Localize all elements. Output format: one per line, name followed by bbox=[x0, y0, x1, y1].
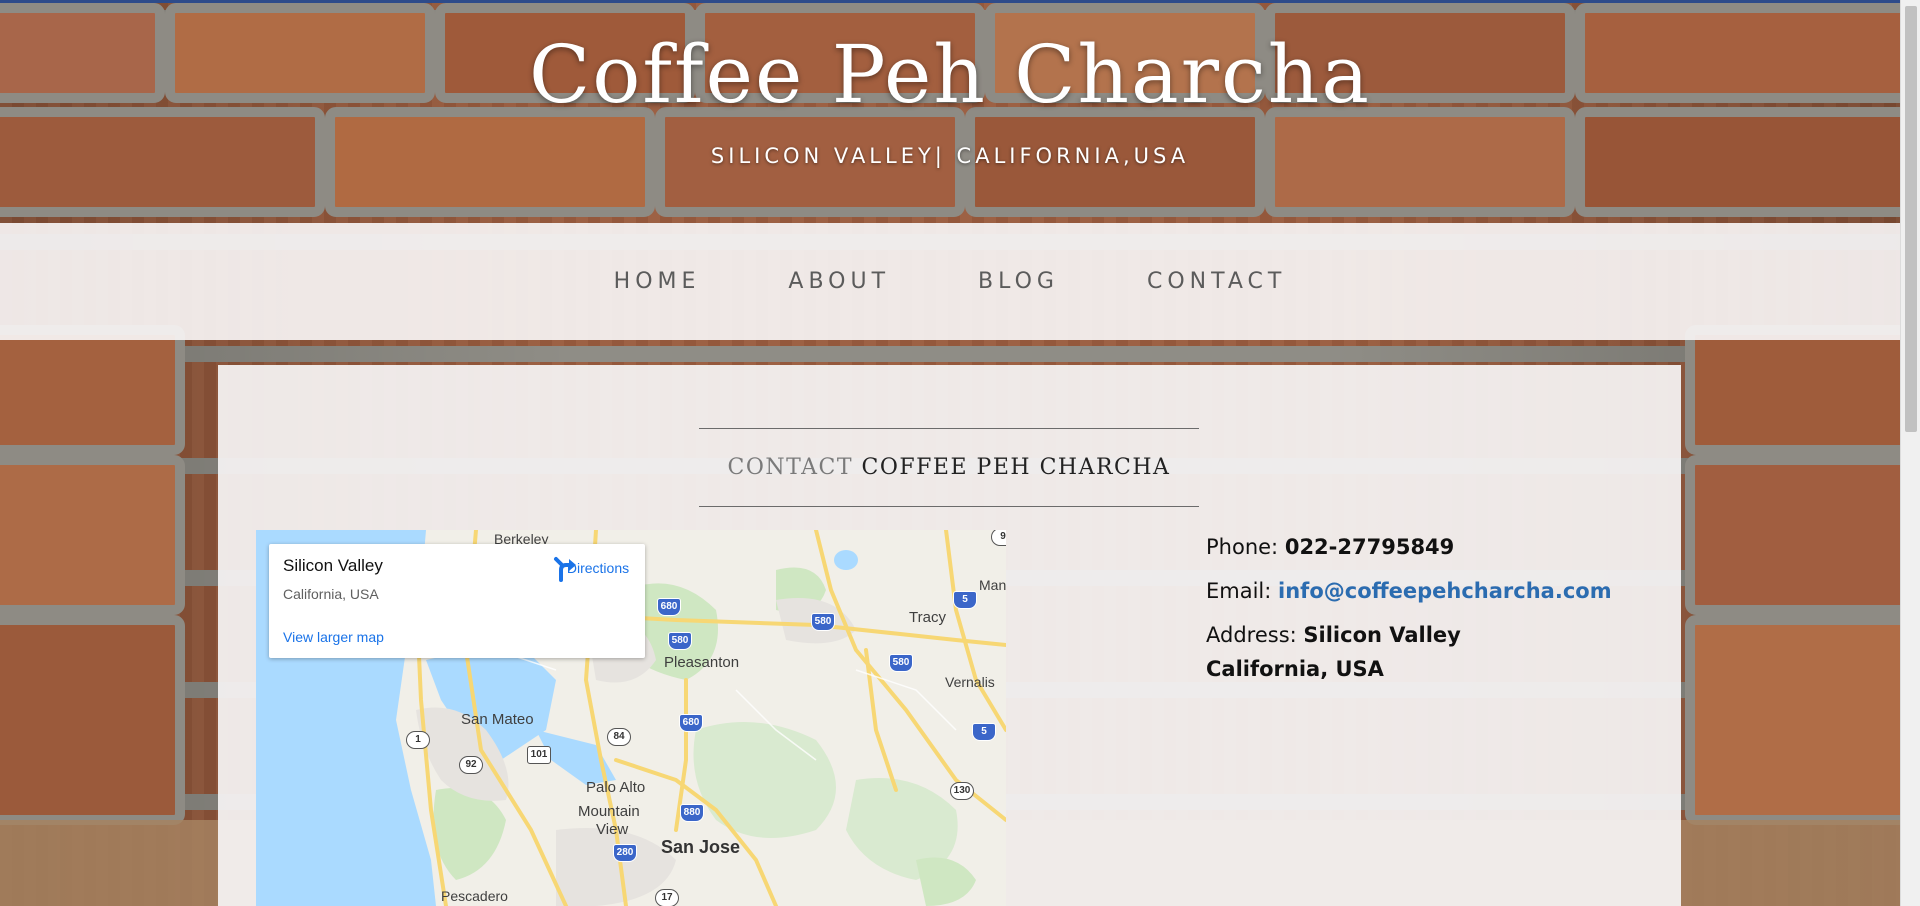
ca-1-shield: 1 bbox=[406, 731, 430, 749]
ca-130-shield: 130 bbox=[950, 782, 974, 800]
email-link[interactable]: info@coffeepehcharcha.com bbox=[1278, 579, 1612, 603]
interstate-5-shield-south: 5 bbox=[972, 723, 996, 741]
map-label-pescadero: Pescadero bbox=[441, 888, 508, 904]
interstate-880-shield: 880 bbox=[680, 804, 704, 822]
heading-bold-text: COFFEE PEH CHARCHA bbox=[861, 455, 1171, 480]
email-line: Email: info@coffeepehcharcha.com bbox=[1206, 574, 1646, 608]
nav-blog[interactable]: BLOG bbox=[978, 269, 1059, 294]
address-line: Address: Silicon Valley California, USA bbox=[1206, 618, 1646, 686]
map-label-man: Man bbox=[979, 577, 1006, 593]
section-heading: CONTACT COFFEE PEH CHARCHA bbox=[699, 428, 1199, 507]
directions-button[interactable]: Directions bbox=[553, 556, 643, 582]
view-larger-map-link[interactable]: View larger map bbox=[283, 629, 384, 645]
map-place-card: Silicon Valley California, USA View larg… bbox=[269, 544, 645, 658]
nav-about[interactable]: ABOUT bbox=[788, 269, 890, 294]
phone-value: 022-27795849 bbox=[1284, 535, 1455, 559]
address-line2: California, USA bbox=[1206, 657, 1384, 681]
interstate-580-shield-south: 580 bbox=[889, 654, 913, 672]
nav-contact[interactable]: CONTACT bbox=[1147, 269, 1286, 294]
ca-84-shield: 84 bbox=[607, 728, 631, 746]
interstate-280-shield: 280 bbox=[613, 844, 637, 862]
scrollbar-thumb[interactable] bbox=[1905, 6, 1917, 432]
map-label-san-mateo: San Mateo bbox=[461, 711, 534, 728]
map-label-mountain: Mountain bbox=[578, 803, 640, 820]
main-nav: HOME ABOUT BLOG CONTACT bbox=[0, 223, 1900, 340]
us-101-shield: 101 bbox=[527, 746, 551, 764]
interstate-580-shield: 580 bbox=[668, 632, 692, 650]
site-title: Coffee Peh Charcha bbox=[529, 28, 1371, 121]
address-line1: Silicon Valley bbox=[1303, 623, 1461, 647]
map-place-subtitle: California, USA bbox=[283, 586, 379, 602]
phone-line: Phone: 022-27795849 bbox=[1206, 530, 1646, 564]
ca-9-shield: 9 bbox=[991, 530, 1006, 546]
interstate-5-shield: 5 bbox=[953, 591, 977, 609]
map-label-palo-alto: Palo Alto bbox=[586, 779, 646, 796]
phone-label: Phone: bbox=[1206, 535, 1279, 559]
map-label-san-jose: San Jose bbox=[661, 837, 741, 857]
contact-panel: CONTACT COFFEE PEH CHARCHA Berkeley Trac… bbox=[218, 365, 1681, 906]
address-label: Address: bbox=[1206, 623, 1297, 647]
interstate-580-shield-east: 580 bbox=[811, 613, 835, 631]
site-tagline: SILICON VALLEY| CALIFORNIA,USA bbox=[710, 144, 1190, 168]
contact-info: Phone: 022-27795849 Email: info@coffeepe… bbox=[1206, 530, 1646, 686]
site-header: Coffee Peh Charcha SILICON VALLEY| CALIF… bbox=[0, 0, 1900, 222]
page-scrollbar[interactable] bbox=[1900, 0, 1920, 906]
nav-home[interactable]: HOME bbox=[614, 269, 701, 294]
map-label-view: View bbox=[596, 821, 629, 838]
embedded-map[interactable]: Berkeley Tracy Man Pleasanton Vernalis S… bbox=[256, 530, 1006, 906]
interstate-680-shield-south: 680 bbox=[679, 714, 703, 732]
map-label-tracy: Tracy bbox=[909, 609, 946, 626]
map-label-pleasanton: Pleasanton bbox=[664, 654, 740, 671]
map-place-title: Silicon Valley bbox=[283, 556, 383, 575]
email-label: Email: bbox=[1206, 579, 1272, 603]
ca-92-shield: 92 bbox=[459, 756, 483, 774]
ca-17-shield: 17 bbox=[655, 889, 679, 906]
heading-light-text: CONTACT bbox=[727, 455, 854, 480]
interstate-680-shield: 680 bbox=[657, 598, 681, 616]
map-label-vernalis: Vernalis bbox=[945, 674, 995, 690]
